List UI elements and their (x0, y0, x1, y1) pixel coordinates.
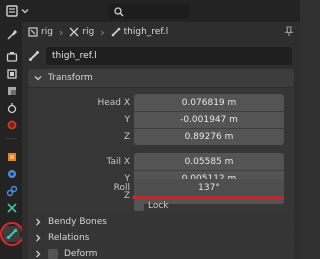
breadcrumb-label: rig (82, 27, 95, 37)
chevron-down-icon (21, 9, 29, 14)
deform-checkbox[interactable] (48, 249, 58, 259)
tab-view-layer[interactable] (3, 83, 20, 99)
tab-constraints[interactable] (3, 183, 20, 199)
roll-label: Roll (113, 183, 130, 193)
render-icon (6, 52, 17, 62)
lock-checkbox[interactable] (134, 201, 144, 211)
tab-tool[interactable] (3, 27, 20, 43)
object-icon (7, 153, 16, 161)
constraint-icon (6, 185, 17, 197)
breadcrumb: rig › rig › thigh_ref.l (22, 22, 300, 42)
search-input[interactable] (108, 4, 190, 19)
bendy-bones-title: Bendy Bones (48, 217, 107, 227)
transform-title: Transform (48, 73, 93, 83)
tab-data[interactable] (3, 200, 20, 216)
chevron-right-icon (36, 250, 41, 258)
bone-icon (28, 50, 40, 65)
chevron-down-icon (34, 76, 42, 81)
breadcrumb-separator: › (58, 25, 64, 39)
breadcrumb-item-object[interactable]: rig (28, 27, 53, 37)
deform-panel-header[interactable]: Deform (28, 245, 294, 259)
tab-modifiers[interactable] (3, 166, 20, 182)
relations-title: Relations (48, 233, 90, 243)
head-z-field[interactable]: 0.89276 m (134, 128, 284, 145)
properties-editor-icon (6, 5, 18, 17)
bone-properties-panel: rig › rig › thigh_ref.l thigh_ref.l Tran… (22, 22, 300, 259)
tab-divider (5, 138, 17, 139)
tab-world[interactable] (3, 117, 20, 133)
tail-x-field[interactable]: 0.05585 m (134, 153, 284, 170)
head-y-field[interactable]: -0.001947 m (134, 111, 284, 128)
pin-icon[interactable] (284, 26, 294, 40)
head-x-label: Head X (97, 98, 130, 108)
armature-data-icon (69, 27, 79, 37)
properties-header (0, 0, 300, 22)
tail-x-label: Tail X (106, 157, 130, 167)
breadcrumb-item-armature[interactable]: rig (69, 27, 94, 37)
modifier-icon (7, 170, 16, 178)
editor-type-dropdown[interactable] (5, 3, 33, 19)
search-icon (114, 6, 124, 16)
highlight-circle (0, 222, 24, 246)
breadcrumb-separator: › (100, 25, 105, 39)
roll-annotation-underline (132, 196, 284, 199)
bone-name-row: thigh_ref.l (22, 47, 300, 65)
chevron-right-icon (36, 234, 41, 242)
head-x-field[interactable]: 0.076819 m (134, 94, 284, 111)
tab-object[interactable] (3, 149, 20, 165)
armature-object-icon (28, 27, 38, 37)
chevron-right-icon (36, 218, 41, 226)
roll-field[interactable]: 137° (134, 179, 284, 196)
deform-title: Deform (64, 249, 98, 259)
breadcrumb-label: rig (41, 27, 53, 37)
head-y-label: Y (124, 115, 131, 125)
bone-name-field[interactable]: thigh_ref.l (46, 47, 292, 65)
breadcrumb-item-bone[interactable]: thigh_ref.l (111, 27, 169, 37)
bone-icon (111, 27, 120, 37)
armature-data-icon (6, 203, 17, 213)
tab-scene[interactable] (3, 100, 20, 116)
tool-icon (6, 29, 17, 40)
tab-render[interactable] (3, 49, 20, 65)
head-z-label: Z (123, 132, 130, 142)
breadcrumb-label: thigh_ref.l (123, 27, 169, 37)
transform-panel-header[interactable]: Transform (28, 69, 294, 87)
scene-icon (7, 103, 16, 114)
world-icon (7, 120, 16, 130)
properties-tab-strip (0, 22, 24, 259)
output-icon (6, 69, 17, 79)
tab-output[interactable] (3, 66, 20, 82)
lock-label: Lock (148, 201, 169, 211)
view-layer-icon (7, 87, 16, 95)
